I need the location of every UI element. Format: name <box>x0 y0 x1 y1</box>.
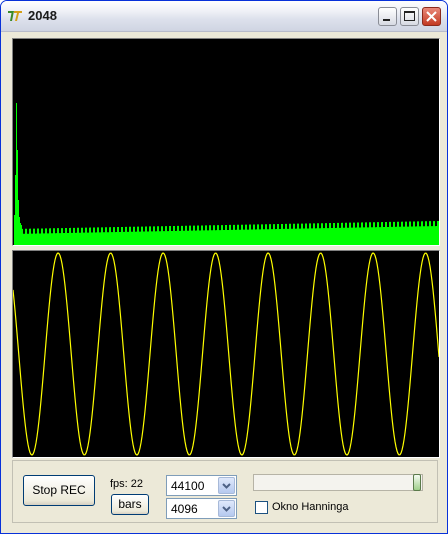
fps-label: fps: 22 <box>110 478 144 490</box>
close-button[interactable] <box>422 7 441 26</box>
waveform-line <box>13 252 439 456</box>
sample-rate-value: 44100 <box>171 479 205 493</box>
waveform-plot <box>13 252 439 456</box>
title-bar[interactable]: 2048 <box>1 1 447 32</box>
fft-size-value: 4096 <box>171 502 198 516</box>
sample-rate-select[interactable]: 44100 <box>166 475 237 496</box>
spectrum-plot <box>14 103 439 245</box>
app-window: 2048 Stop REC fps: 22 bars 44100 4096 Ok… <box>0 0 448 534</box>
hanning-window-checkbox[interactable] <box>255 501 268 514</box>
maximize-icon <box>404 11 415 21</box>
app-logo-icon <box>8 11 22 21</box>
client-area: Stop REC fps: 22 bars 44100 4096 Okno Ha… <box>5 32 443 529</box>
maximize-button[interactable] <box>400 7 419 26</box>
hanning-window-label: Okno Hanninga <box>272 501 349 513</box>
sample-rate-dropdown-button[interactable] <box>218 477 235 494</box>
minimize-button[interactable] <box>378 7 397 26</box>
chevron-down-icon <box>222 483 231 489</box>
chevron-down-icon <box>222 506 231 512</box>
window-title: 2048 <box>28 8 57 23</box>
control-bar: Stop REC fps: 22 bars 44100 4096 Okno Ha… <box>12 460 438 523</box>
slider-track[interactable] <box>253 474 423 491</box>
minimize-icon <box>383 19 390 21</box>
waveform-display <box>12 250 440 458</box>
fft-size-select[interactable]: 4096 <box>166 498 237 519</box>
bars-button[interactable]: bars <box>111 494 149 515</box>
stop-rec-button[interactable]: Stop REC <box>23 475 95 506</box>
close-icon <box>426 11 437 22</box>
spectrum-display <box>12 38 440 246</box>
slider-thumb[interactable] <box>413 474 421 491</box>
fft-size-dropdown-button[interactable] <box>218 500 235 517</box>
